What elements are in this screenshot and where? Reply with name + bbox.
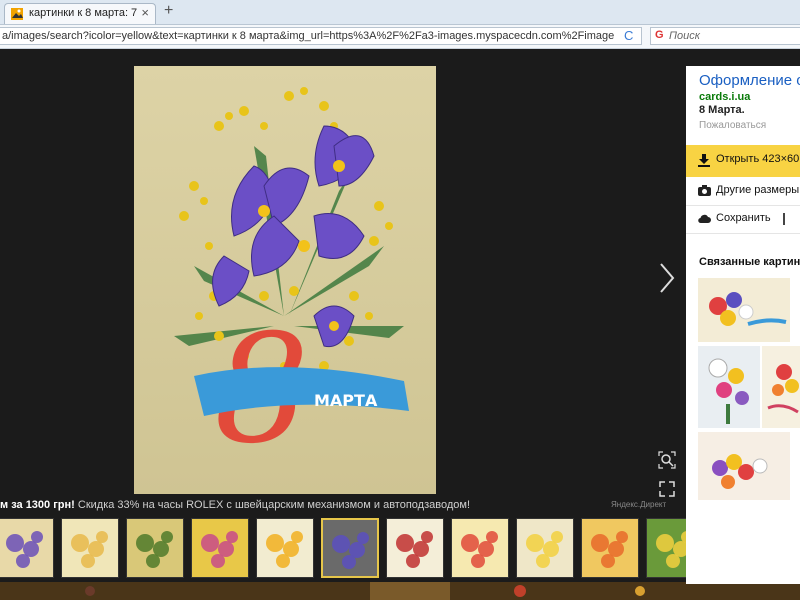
thumbnail-image bbox=[62, 519, 118, 577]
related-image[interactable] bbox=[762, 346, 800, 428]
open-button-label: Открыть 423×60 bbox=[716, 153, 800, 165]
browser-toolbar: a/images/search?icolor=yellow&text=карти… bbox=[0, 25, 800, 49]
related-image-thumb bbox=[698, 278, 790, 342]
related-image-thumb bbox=[762, 346, 800, 428]
search-placeholder: Поиск bbox=[669, 30, 700, 42]
other-sizes-label: Другие размеры bbox=[716, 184, 800, 196]
related-image[interactable] bbox=[698, 278, 790, 342]
panel-domain-link[interactable]: cards.i.ua bbox=[699, 91, 750, 103]
panel-title-link[interactable]: Оформление от bbox=[699, 72, 800, 89]
bottom-image-strip bbox=[0, 582, 800, 600]
thumbnail-image bbox=[517, 519, 573, 577]
related-image-thumb bbox=[698, 346, 760, 428]
ad-source: Яндекс.Директ bbox=[611, 500, 667, 509]
search-engine-icon: G bbox=[655, 29, 664, 41]
thumbnail[interactable] bbox=[126, 518, 184, 578]
panel-description: 8 Марта. bbox=[699, 104, 745, 116]
thumbnail-selected[interactable] bbox=[321, 518, 379, 578]
thumbnail-image bbox=[192, 519, 248, 577]
thumbnail-image bbox=[452, 519, 508, 577]
thumbnail-image bbox=[387, 519, 443, 577]
thumbnail[interactable] bbox=[451, 518, 509, 578]
cloud-save-icon bbox=[698, 214, 711, 224]
next-image-arrow-icon[interactable] bbox=[658, 262, 676, 294]
zoom-icon[interactable] bbox=[658, 451, 676, 469]
report-link[interactable]: Пожаловаться bbox=[699, 120, 766, 131]
related-image[interactable] bbox=[698, 432, 790, 500]
reload-icon[interactable]: C bbox=[624, 28, 633, 43]
thumbnail[interactable] bbox=[516, 518, 574, 578]
other-sizes-button[interactable]: Другие размеры bbox=[686, 177, 800, 206]
thumbnail[interactable] bbox=[386, 518, 444, 578]
tab-close-icon[interactable]: × bbox=[141, 5, 149, 20]
thumbnail-strip bbox=[0, 518, 769, 580]
thumbnail[interactable] bbox=[61, 518, 119, 578]
card-ribbon-text: МАРТА bbox=[314, 391, 378, 410]
camera-icon bbox=[698, 185, 711, 196]
main-image-greeting-card[interactable]: 8 МАРТА bbox=[134, 66, 436, 494]
image-search-favicon-icon bbox=[11, 8, 23, 20]
bottom-strip-pattern bbox=[0, 582, 800, 600]
save-label: Сохранить bbox=[716, 212, 771, 224]
related-image[interactable] bbox=[698, 346, 760, 428]
download-icon bbox=[698, 154, 710, 167]
open-button[interactable]: Открыть 423×60 bbox=[686, 145, 800, 177]
fullscreen-icon[interactable] bbox=[658, 480, 676, 498]
search-box[interactable]: G Поиск bbox=[650, 27, 800, 45]
save-separator bbox=[783, 213, 785, 225]
thumbnail-image bbox=[127, 519, 183, 577]
thumbnail[interactable] bbox=[256, 518, 314, 578]
ad-bold-text: м за 1300 грн! bbox=[0, 499, 75, 511]
ad-line[interactable]: м за 1300 грн! Скидка 33% на часы ROLEX … bbox=[0, 499, 686, 513]
address-bar[interactable]: a/images/search?icolor=yellow&text=карти… bbox=[0, 27, 642, 45]
related-image-thumb bbox=[698, 432, 790, 500]
thumbnail-image bbox=[257, 519, 313, 577]
thumbnail-image bbox=[0, 519, 53, 577]
tab-title: картинки к 8 марта: 7 тыс... bbox=[29, 7, 139, 19]
thumbnail[interactable] bbox=[191, 518, 249, 578]
image-info-panel: Оформление от cards.i.ua 8 Марта. Пожало… bbox=[686, 66, 800, 584]
ad-text: Скидка 33% на часы ROLEX с швейцарским м… bbox=[74, 499, 470, 511]
browser-tab[interactable]: картинки к 8 марта: 7 тыс... × bbox=[4, 3, 156, 24]
browser-tab-bar: картинки к 8 марта: 7 тыс... × + bbox=[0, 0, 800, 25]
thumbnail[interactable] bbox=[581, 518, 639, 578]
new-tab-button[interactable]: + bbox=[164, 2, 173, 20]
related-images-title: Связанные картинки bbox=[699, 256, 800, 268]
thumbnail[interactable] bbox=[0, 518, 54, 578]
thumbnail-image bbox=[582, 519, 638, 577]
save-button[interactable]: Сохранить bbox=[686, 205, 800, 234]
address-bar-url: a/images/search?icolor=yellow&text=карти… bbox=[2, 30, 614, 42]
thumbnail-image bbox=[323, 520, 377, 576]
